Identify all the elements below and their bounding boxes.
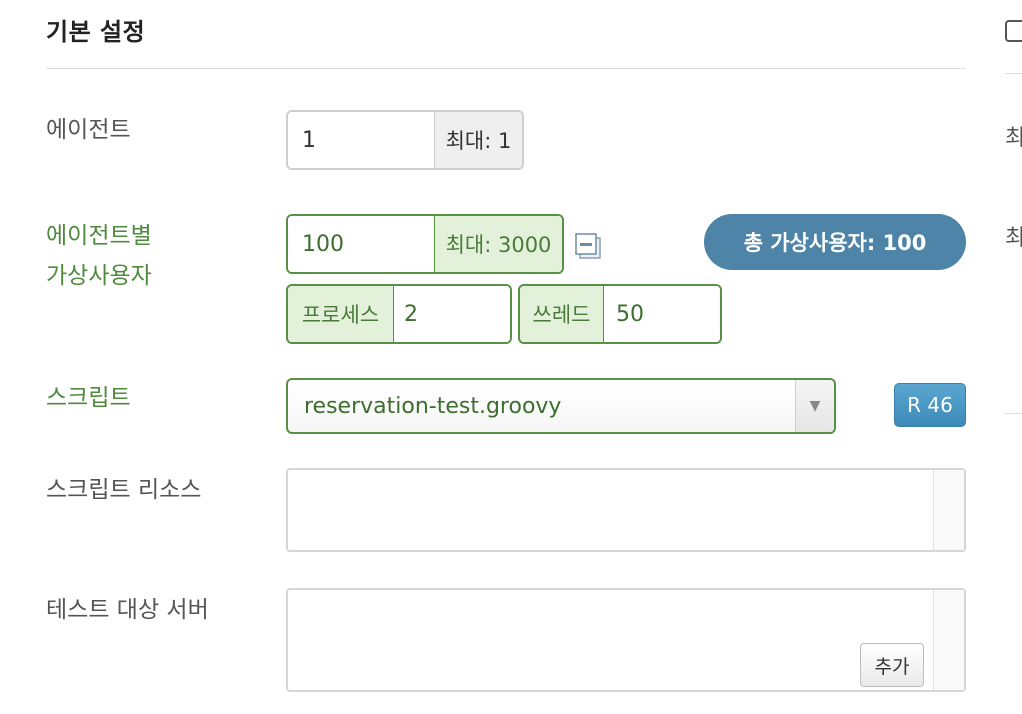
vuser-label-line2: 가상사용자: [46, 263, 152, 289]
right-divider: [1005, 413, 1022, 414]
vuser-label-line1: 에이전트별: [46, 223, 152, 249]
target-server-label: 테스트 대상 서버: [46, 597, 209, 623]
total-vusers-badge: 총 가상사용자: 100: [704, 214, 966, 270]
checkbox[interactable]: [1005, 20, 1022, 42]
right-label-2: 최: [1005, 226, 1022, 251]
vuser-max-addon: 최대: 3000: [434, 216, 562, 272]
script-resource-label: 스크립트 리소스: [46, 477, 202, 503]
script-label: 스크립트: [46, 385, 131, 411]
agent-label: 에이전트: [46, 117, 131, 143]
right-divider: [1005, 73, 1022, 74]
section-title: 기본 설정: [46, 18, 146, 46]
revision-button[interactable]: R 46: [894, 383, 966, 427]
process-input-group: 프로세스 2: [286, 284, 512, 344]
vuser-input-group: 100 최대: 3000: [286, 214, 564, 274]
scrollbar[interactable]: [933, 590, 964, 690]
scrollbar[interactable]: [933, 470, 964, 550]
thread-addon: 쓰레드: [520, 286, 604, 342]
script-select[interactable]: reservation-test.groovy ▼: [286, 378, 836, 434]
agent-input-group: 1 최대: 1: [286, 110, 524, 170]
process-count-input[interactable]: 2: [394, 286, 510, 342]
collapse-icon[interactable]: [574, 232, 602, 260]
process-addon: 프로세스: [288, 286, 394, 342]
add-server-button[interactable]: 추가: [860, 643, 924, 687]
thread-count-input[interactable]: 50: [604, 286, 720, 342]
chevron-down-icon[interactable]: ▼: [795, 380, 834, 432]
section-divider: [46, 68, 966, 69]
script-resource-textarea[interactable]: [286, 468, 966, 552]
agent-count-input[interactable]: 1: [288, 112, 434, 168]
agent-max-addon: 최대: 1: [434, 112, 522, 168]
vuser-count-input[interactable]: 100: [288, 216, 434, 272]
script-select-value: reservation-test.groovy: [304, 393, 562, 419]
thread-input-group: 쓰레드 50: [518, 284, 722, 344]
right-label-1: 최: [1005, 126, 1022, 151]
